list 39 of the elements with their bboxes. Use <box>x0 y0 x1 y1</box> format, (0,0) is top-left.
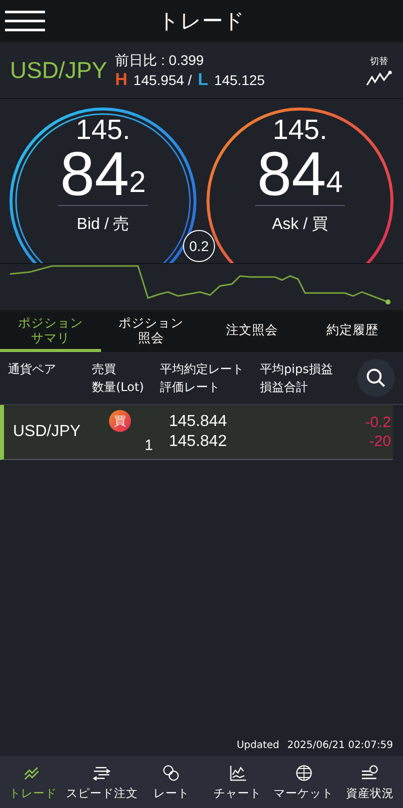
tab[interactable]: ポジションサマリ <box>0 310 101 352</box>
column-header: 損益合計 <box>260 379 308 396</box>
updated-label: Updated <box>236 740 280 750</box>
table-cell: 1 <box>144 437 153 454</box>
tab[interactable]: 注文照会 <box>202 310 302 352</box>
column-header: 数量(Lot) <box>92 379 144 396</box>
table-cell-text: USD/JPY <box>12 423 82 441</box>
nav-item[interactable]: トレード <box>0 756 66 808</box>
search-button[interactable] <box>357 359 395 397</box>
table-cell: 145.844 <box>169 413 227 431</box>
column-header: 平均pips損益 <box>260 361 333 378</box>
tab[interactable]: ポジション照会 <box>100 310 202 352</box>
updated-time: 2025/06/21 02:07:59 <box>287 740 393 750</box>
high-value: 145.954 / <box>133 70 192 90</box>
column-header: 評価レート <box>160 379 220 396</box>
search-icon <box>365 367 387 389</box>
tab[interactable]: 約定履歴 <box>302 310 403 352</box>
screen-title: トレード <box>158 8 245 35</box>
change-text: 前日比 : 0.399 <box>115 50 205 70</box>
spread-badge: 0.2 <box>183 230 215 262</box>
low-value: 145.125 <box>214 70 265 90</box>
nav-item[interactable]: レート <box>138 756 204 808</box>
column-header: 平均約定レート <box>160 361 244 378</box>
nav-item[interactable]: マーケット <box>270 756 337 808</box>
low-label: L <box>198 70 208 88</box>
high-label: H <box>115 70 128 88</box>
menu-icon[interactable] <box>4 10 46 32</box>
nav-item[interactable]: スピード注文 <box>66 756 138 808</box>
currency-pair: USD/JPY <box>10 56 108 84</box>
table-cell: -0.2 <box>365 414 391 431</box>
column-header: 売買 <box>92 361 116 378</box>
nav-item[interactable]: チャート <box>204 756 271 808</box>
switch-button[interactable]: 切替 <box>365 54 393 86</box>
nav-item[interactable]: 資産状況 <box>336 756 403 808</box>
column-header: 通貨ペア <box>8 361 56 378</box>
table-cell: 145.842 <box>169 433 227 451</box>
side-badge: 買 <box>109 410 131 432</box>
table-cell: -20 <box>369 433 391 450</box>
position-row[interactable]: USD/JPY 買 1 145.844 145.842 -0.2 -20 <box>0 405 393 460</box>
